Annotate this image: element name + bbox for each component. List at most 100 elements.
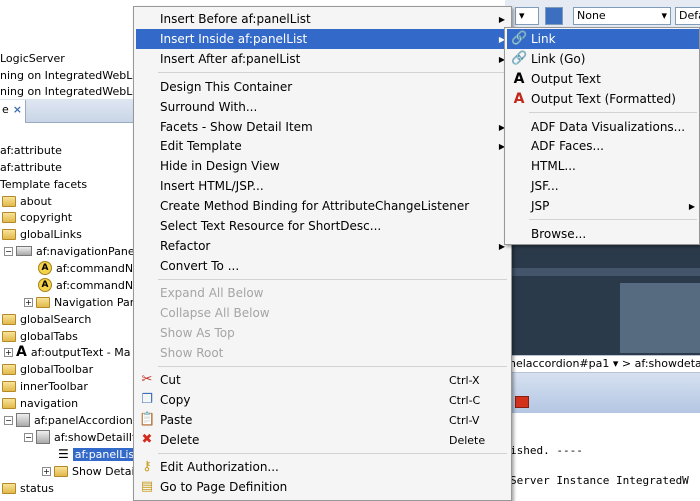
submenu-item-link[interactable]: 🔗 Link: [507, 29, 699, 49]
menu-item-go-to-page-definition[interactable]: ▤ Go to Page Definition: [136, 477, 509, 497]
collapse-icon[interactable]: −: [4, 246, 13, 256]
folder-icon: [2, 363, 16, 375]
tree-item[interactable]: copyright: [2, 208, 72, 226]
insert-inside-submenu: 🔗 Link 🔗 Link (Go) A Output Text A Output Te…: [504, 27, 700, 245]
stop-icon[interactable]: [515, 396, 529, 408]
breadcrumb[interactable]: nelaccordion#pa1 ▾ > af:showdetailite: [505, 355, 700, 373]
menu-item-design-container[interactable]: Design This Container: [136, 77, 509, 97]
paste-icon: 📋: [139, 412, 156, 427]
output-text-icon: A: [16, 344, 27, 360]
tree-item[interactable]: − af:showDetailIt: [24, 428, 136, 446]
menu-item-insert-html-jsp[interactable]: Insert HTML/JSP...: [136, 176, 509, 196]
menu-item-surround-with[interactable]: Surround With...: [136, 97, 509, 117]
tree-item[interactable]: navigation: [2, 394, 78, 412]
context-menu: Insert Before af:panelList ▶ Insert Insid…: [133, 6, 512, 501]
folder-icon: [2, 228, 16, 240]
tree-item[interactable]: + Show Detai: [42, 462, 135, 480]
menu-item-cut[interactable]: ✂ Cut Ctrl-X: [136, 370, 509, 390]
structure-tab-label: e: [2, 103, 9, 116]
expand-icon[interactable]: +: [24, 297, 33, 307]
tree-item[interactable]: − af:navigationPane: [4, 242, 135, 260]
menu-separator: [529, 112, 697, 113]
submenu-item-adf-faces[interactable]: ADF Faces...: [507, 136, 699, 156]
folder-icon: [2, 313, 16, 325]
output-text-icon: A: [513, 71, 525, 87]
menu-item-insert-inside[interactable]: Insert Inside af:panelList ▶: [136, 29, 509, 49]
menu-item-delete[interactable]: ✖ Delete Delete: [136, 430, 509, 450]
show-detail-item-icon: [36, 430, 50, 444]
submenu-item-adf-data-visualizations[interactable]: ADF Data Visualizations...: [507, 117, 699, 137]
submenu-item-output-text[interactable]: A Output Text: [507, 69, 699, 89]
tree-item[interactable]: + Aaf:outputText - Ma: [4, 343, 131, 361]
menu-item-select-text-resource[interactable]: Select Text Resource for ShortDesc...: [136, 216, 509, 236]
menu-item-show-root: Show Root: [160, 346, 224, 360]
tree-item-selected[interactable]: ☰ af:panelList: [58, 445, 141, 463]
tree-item[interactable]: + Navigation Panc: [24, 293, 143, 311]
menu-item-convert-to[interactable]: Convert To ...: [136, 256, 509, 276]
submenu-item-html[interactable]: HTML...: [507, 156, 699, 176]
folder-icon: [2, 195, 16, 207]
menu-item-hide-in-design-view[interactable]: Hide in Design View: [136, 156, 509, 176]
console-line: ished. ----: [510, 444, 583, 457]
design-canvas: [505, 243, 700, 355]
tree-item[interactable]: af:attribute: [0, 141, 62, 159]
command-navigation-icon: A: [38, 278, 52, 292]
menu-separator: [158, 279, 507, 280]
close-icon[interactable]: ×: [13, 103, 22, 116]
collapse-icon[interactable]: −: [24, 432, 33, 442]
menu-item-create-method-binding[interactable]: Create Method Binding for AttributeChang…: [136, 196, 509, 216]
scissors-icon: ✂: [141, 372, 153, 387]
folder-icon: [2, 211, 16, 223]
tree-item[interactable]: status: [2, 479, 54, 497]
folder-icon: [54, 465, 68, 477]
menu-item-facets[interactable]: Facets - Show Detail Item ▶: [136, 117, 509, 137]
tree-item[interactable]: globalLinks: [2, 225, 82, 243]
menu-item-refactor[interactable]: Refactor ▶: [136, 236, 509, 256]
output-text-formatted-icon: A: [513, 91, 525, 107]
menu-item-copy[interactable]: ❐ Copy Ctrl-C: [136, 390, 509, 410]
submenu-item-browse[interactable]: Browse...: [507, 224, 699, 244]
link-go-icon: 🔗: [511, 51, 528, 66]
default-select[interactable]: Defa: [675, 7, 700, 25]
submenu-item-jsf[interactable]: JSF...: [507, 176, 699, 196]
key-icon: ⚷: [142, 459, 152, 474]
tree-item[interactable]: Template facets: [0, 175, 87, 193]
tree-item[interactable]: Aaf:commandNav: [38, 259, 146, 277]
tree-item[interactable]: af:attribute: [0, 158, 62, 176]
expand-icon[interactable]: +: [4, 347, 13, 357]
tree-item[interactable]: − af:panelAccordion -: [4, 411, 140, 429]
menu-item-edit-authorization[interactable]: ⚷ Edit Authorization...: [136, 457, 509, 477]
globe-icon[interactable]: [545, 7, 563, 25]
folder-icon: [36, 296, 50, 308]
panel-accordion-icon: [16, 413, 30, 427]
structure-tab[interactable]: e ×: [0, 100, 26, 123]
panel-list-icon: ☰: [58, 447, 69, 461]
menu-item-collapse-all-below: Collapse All Below: [160, 306, 270, 320]
menu-item-edit-template[interactable]: Edit Template ▶: [136, 136, 509, 156]
tree-item[interactable]: globalSearch: [2, 310, 91, 328]
submenu-item-output-text-formatted[interactable]: A Output Text (Formatted): [507, 89, 699, 109]
tree-item[interactable]: Aaf:commandNav: [38, 276, 146, 294]
menu-item-paste[interactable]: 📋 Paste Ctrl-V: [136, 410, 509, 430]
tree-item[interactable]: innerToolbar: [2, 377, 88, 395]
dropdown-arrow[interactable]: ▾: [515, 7, 539, 25]
folder-icon: [2, 482, 16, 494]
style-select[interactable]: None ▾: [573, 7, 671, 25]
menu-item-insert-after[interactable]: Insert After af:panelList ▶: [136, 49, 509, 69]
submenu-arrow-icon: ▶: [498, 14, 506, 24]
folder-icon: [2, 330, 16, 342]
navigation-pane-icon: [16, 246, 32, 256]
menu-item-insert-before[interactable]: Insert Before af:panelList ▶: [136, 9, 509, 29]
command-navigation-icon: A: [38, 261, 52, 275]
menu-separator: [158, 72, 507, 73]
collapse-icon[interactable]: −: [4, 415, 13, 425]
log-line: ning on IntegratedWebLogi: [0, 85, 149, 98]
editor-toolbar: ▾ None▾ Defa: [505, 0, 700, 30]
tree-item[interactable]: globalToolbar: [2, 360, 93, 378]
submenu-item-jsp[interactable]: JSP ▶: [507, 196, 699, 216]
log-line: LogicServer: [0, 52, 65, 65]
console-line: Server Instance IntegratedW: [510, 474, 689, 487]
expand-icon[interactable]: +: [42, 466, 51, 476]
submenu-item-link-go[interactable]: 🔗 Link (Go): [507, 49, 699, 69]
page-definition-icon: ▤: [140, 479, 154, 494]
